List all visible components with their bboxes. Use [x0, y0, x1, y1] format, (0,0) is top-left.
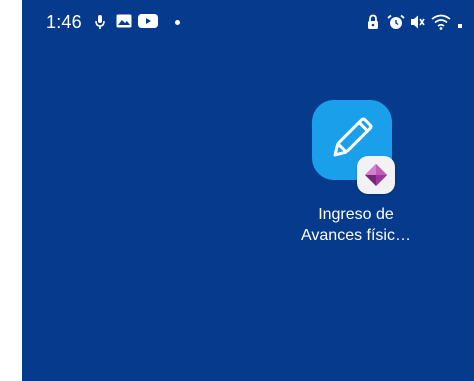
battery-icon [458, 24, 462, 28]
mic-icon [95, 15, 105, 29]
alarm-icon [387, 14, 405, 29]
status-time: 1:46 [46, 12, 82, 32]
notification-dot [175, 20, 180, 25]
lock-icon [368, 14, 378, 29]
wifi-icon [431, 14, 451, 30]
mute-icon [411, 15, 425, 29]
app-label-line2: Avances físic… [301, 227, 411, 244]
power-apps-icon [365, 164, 387, 186]
image-icon [116, 14, 132, 28]
app-label-line1: Ingreso de [318, 206, 394, 223]
app-label[interactable]: Ingreso de Avances físic… [290, 204, 422, 246]
app-badge [357, 156, 395, 194]
home-screen: 1:46 Ingreso de Avances físic… [22, 0, 474, 381]
youtube-icon [138, 14, 158, 28]
status-bar: 1:46 [22, 0, 474, 46]
